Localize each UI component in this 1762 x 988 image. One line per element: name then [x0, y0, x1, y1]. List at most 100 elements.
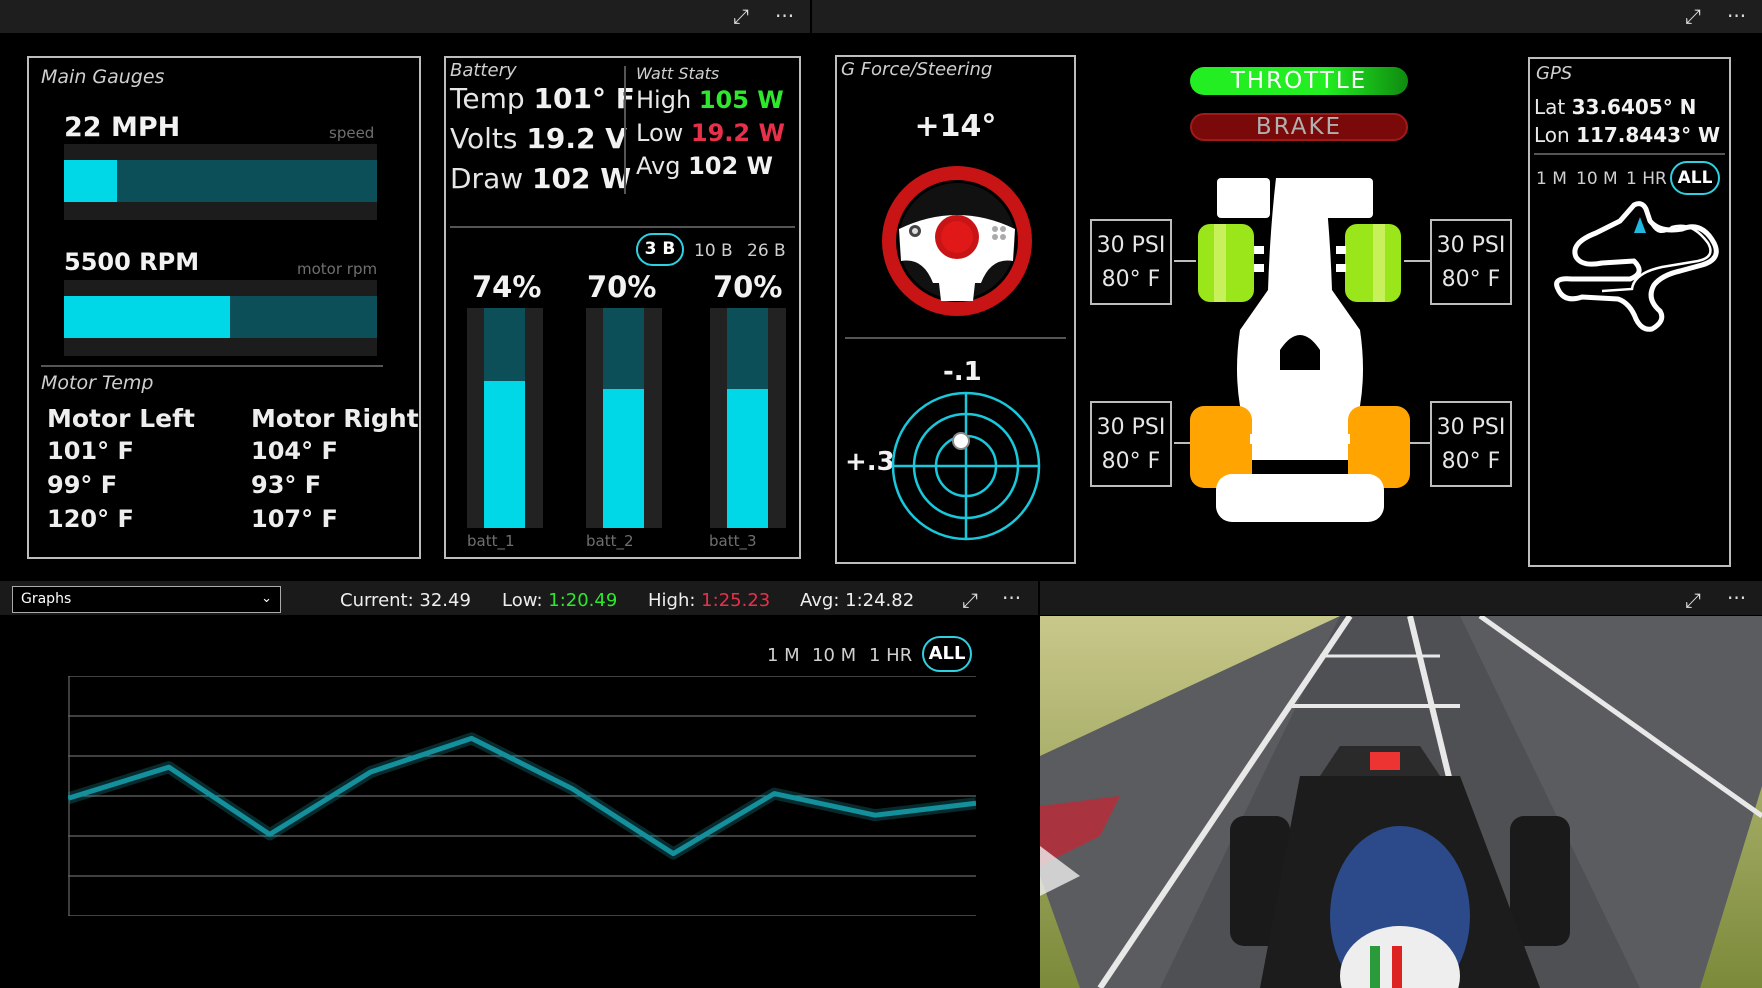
- stat-low: Low: 1:20.49: [502, 590, 618, 611]
- motor-right-temp: 93° F: [251, 471, 322, 499]
- battery-temp: Temp 101° F: [450, 82, 635, 115]
- battery-hdivider: [450, 226, 795, 228]
- video-titlebar: [1040, 581, 1762, 615]
- expand-icon[interactable]: ⤢: [1685, 0, 1701, 33]
- batt-3-name: batt_3: [709, 532, 757, 550]
- watt-low: Low 19.2 W: [636, 119, 785, 147]
- motor-right-heading: Motor Right: [251, 404, 419, 433]
- top-left-titlebar: [0, 0, 810, 33]
- rpm-bar: [64, 280, 377, 356]
- gforce-divider: [845, 337, 1066, 339]
- onboard-camera-feed[interactable]: [1040, 616, 1762, 988]
- expand-icon[interactable]: ⤢: [1685, 584, 1701, 617]
- tire-temp: 80° F: [1101, 449, 1161, 474]
- graph-filter-10m[interactable]: 10 M: [812, 645, 856, 666]
- watt-high: High 105 W: [636, 86, 784, 114]
- graph-filter-1m[interactable]: 1 M: [767, 645, 800, 666]
- lap-time-line-chart: [68, 676, 976, 916]
- graphs-dropdown[interactable]: Graphs ⌄: [12, 586, 281, 613]
- motor-temp-title: Motor Temp: [41, 372, 154, 394]
- tire-temp: 80° F: [1101, 267, 1161, 292]
- gforce-title: G Force/Steering: [841, 59, 993, 80]
- g-top-value: -.1: [943, 357, 982, 387]
- gps-title: GPS: [1536, 63, 1573, 84]
- throttle-bar: THROTTLE: [1190, 67, 1408, 95]
- gps-lat: Lat 33.6405° N: [1534, 95, 1697, 119]
- more-icon[interactable]: ···: [1727, 0, 1746, 33]
- tire-box-rear-left: 30 PSI 80° F: [1090, 401, 1172, 487]
- g-left-value: +.3: [845, 447, 895, 477]
- tire-psi: 30 PSI: [1096, 233, 1166, 258]
- rpm-bar-fill: [64, 296, 230, 338]
- batt-2-bar: [586, 308, 662, 528]
- motor-right-temp: 104° F: [251, 437, 338, 465]
- battery-filter-26b[interactable]: 26 B: [747, 241, 786, 261]
- more-icon[interactable]: ···: [775, 0, 794, 33]
- motor-left-column: Motor Left 101° F 99° F 120° F: [47, 404, 195, 533]
- gps-track-map: [1554, 201, 1719, 332]
- motor-left-temp: 99° F: [47, 471, 118, 499]
- rear-wing-icon: [1216, 474, 1384, 522]
- tire-temp: 80° F: [1441, 449, 1501, 474]
- battery-panel: Battery Temp 101° F Volts 19.2 V Draw 10…: [444, 56, 801, 559]
- motor-left-temp: 101° F: [47, 437, 134, 465]
- stat-high: High: 1:25.23: [648, 590, 771, 611]
- batt-2-percent: 70%: [587, 270, 657, 304]
- batt-2-fill: [603, 389, 644, 528]
- batt-1-bar: [467, 308, 543, 528]
- batt-1-fill: [484, 381, 525, 528]
- gps-filter-all[interactable]: ALL: [1670, 161, 1720, 195]
- tire-psi: 30 PSI: [1436, 233, 1506, 258]
- graphs-dropdown-value: Graphs: [21, 591, 72, 607]
- expand-icon[interactable]: ⤢: [733, 0, 749, 33]
- speed-bar-fill: [64, 160, 118, 202]
- batt-3-fill: [727, 389, 768, 528]
- speed-value: 22 MPH: [64, 112, 181, 143]
- battery-title: Battery: [450, 60, 517, 81]
- tire-psi: 30 PSI: [1096, 415, 1166, 440]
- gps-position-arrow-icon: [1634, 217, 1646, 233]
- watt-stats-title: Watt Stats: [636, 64, 720, 83]
- gps-panel: GPS Lat 33.6405° N Lon 117.8443° W 1 M 1…: [1528, 57, 1731, 567]
- divider: [41, 365, 383, 367]
- gps-filter-1hr[interactable]: 1 HR: [1626, 169, 1667, 189]
- tire-box-rear-right: 30 PSI 80° F: [1430, 401, 1512, 487]
- main-gauges-panel: Main Gauges 22 MPH speed 5500 RPM motor …: [27, 56, 421, 559]
- batt-1-name: batt_1: [467, 532, 515, 550]
- motor-right-temp: 107° F: [251, 505, 338, 533]
- tire-box-front-left: 30 PSI 80° F: [1090, 219, 1172, 305]
- batt-3-percent: 70%: [713, 270, 783, 304]
- expand-icon[interactable]: ⤢: [962, 584, 978, 617]
- gps-filter-10m[interactable]: 10 M: [1576, 169, 1618, 189]
- gps-lon: Lon 117.8443° W: [1534, 123, 1721, 147]
- main-gauges-title: Main Gauges: [41, 66, 165, 88]
- batt-3-bar: [710, 308, 786, 528]
- battery-vdivider: [624, 66, 626, 194]
- brake-bar: BRAKE: [1190, 113, 1408, 141]
- gps-filter-1m[interactable]: 1 M: [1536, 169, 1567, 189]
- battery-filter-3b[interactable]: 3 B: [636, 233, 684, 266]
- motor-left-temp: 120° F: [47, 505, 134, 533]
- rpm-value: 5500 RPM: [64, 248, 200, 276]
- rpm-label: motor rpm: [297, 260, 378, 278]
- speed-bar: [64, 144, 377, 220]
- watt-avg: Avg 102 W: [636, 152, 774, 180]
- gps-divider: [1534, 153, 1725, 155]
- tire-temp: 80° F: [1441, 267, 1501, 292]
- car-diagram: [1190, 178, 1410, 522]
- stat-avg: Avg: 1:24.82: [800, 590, 915, 611]
- g-force-target-icon: [891, 391, 1041, 541]
- battery-filter-10b[interactable]: 10 B: [694, 241, 733, 261]
- motor-right-column: Motor Right 104° F 93° F 107° F: [251, 404, 419, 533]
- batt-1-percent: 74%: [472, 270, 542, 304]
- graph-filter-1hr[interactable]: 1 HR: [869, 645, 912, 666]
- battery-volts: Volts 19.2 V: [450, 122, 627, 155]
- more-icon[interactable]: ···: [1727, 584, 1746, 612]
- more-icon[interactable]: ···: [1002, 584, 1021, 612]
- tire-psi: 30 PSI: [1436, 415, 1506, 440]
- gforce-panel: G Force/Steering +14° -.1 +.3: [835, 55, 1076, 564]
- graph-filter-all[interactable]: ALL: [922, 636, 972, 672]
- motor-left-heading: Motor Left: [47, 404, 195, 433]
- chevron-down-icon: ⌄: [261, 591, 272, 606]
- steering-wheel-icon: [882, 166, 1032, 316]
